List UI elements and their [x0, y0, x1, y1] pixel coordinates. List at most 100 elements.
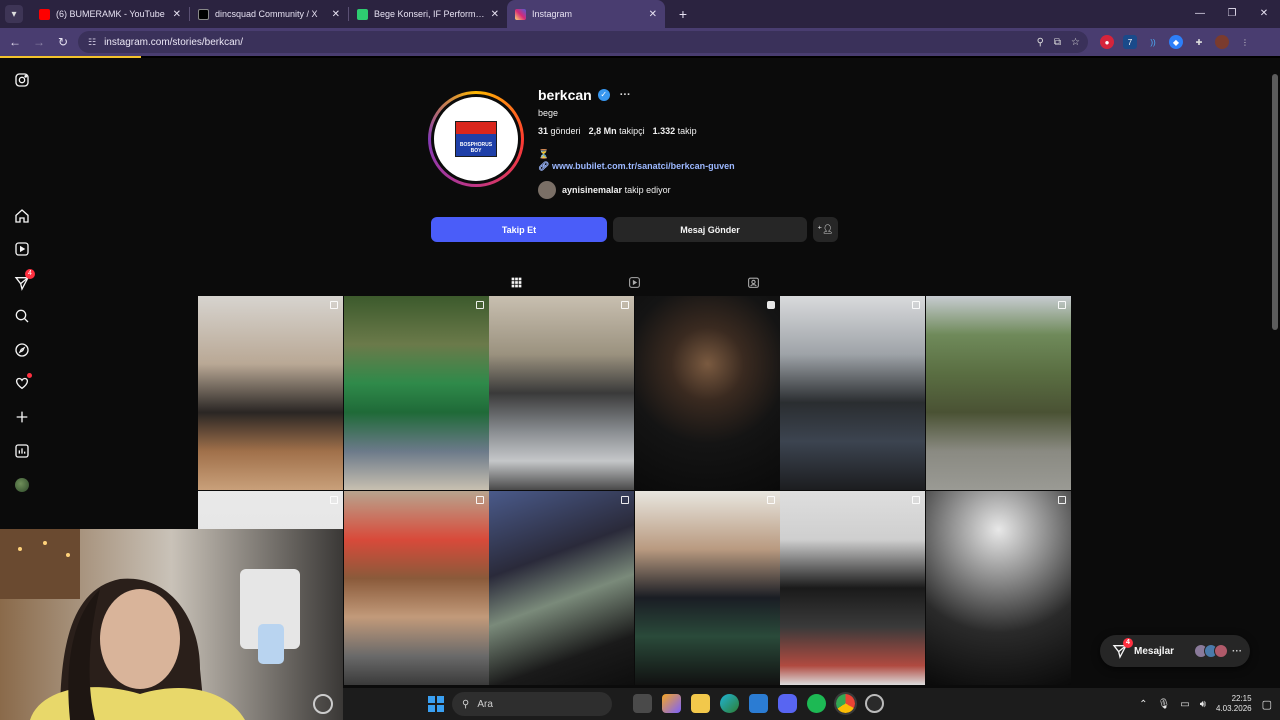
profile-link-row[interactable]: 🔗︎ www.bubilet.com.tr/sanatci/berkcan-gu… [538, 161, 735, 172]
extensions-puzzle-icon[interactable]: ✚ [1192, 35, 1206, 49]
start-menu-icon[interactable] [428, 696, 444, 712]
direct-messages-icon[interactable]: 4 [12, 269, 35, 293]
extensions-bar: ● 7 )) ◆ ✚ ⋮ [1100, 28, 1252, 56]
explore-compass-icon[interactable] [12, 340, 32, 360]
extension-icon[interactable]: 7 [1123, 35, 1137, 49]
tab-search-icon[interactable]: ▾ [5, 5, 23, 23]
post-thumbnail[interactable] [925, 491, 1071, 685]
browser-tab[interactable]: (6) BUMERAMK - YouTube ✕ [31, 0, 189, 28]
install-app-icon[interactable]: ⧉ [1054, 37, 1061, 48]
microphone-icon[interactable]: 🎙︎ [1158, 699, 1171, 710]
scrollbar-thumb[interactable] [1272, 74, 1278, 330]
more-options-icon[interactable]: ··· [620, 89, 631, 101]
app-icon[interactable] [865, 694, 884, 713]
extension-icon[interactable]: )) [1146, 35, 1160, 49]
discord-icon[interactable] [778, 694, 797, 713]
home-icon[interactable] [12, 206, 32, 226]
taskbar-clock[interactable]: 22:15 4.03.2026 [1216, 694, 1252, 714]
create-plus-icon[interactable] [12, 407, 32, 427]
profile-avatar[interactable] [12, 475, 32, 495]
post-thumbnail[interactable] [925, 296, 1071, 490]
dashboard-icon[interactable] [12, 441, 32, 461]
new-tab-icon[interactable]: + [673, 6, 693, 22]
logo-text: BOSPHORUS BOY [459, 142, 493, 154]
copilot-icon[interactable] [662, 694, 681, 713]
followed-by-row[interactable]: aynisinemalar takip ediyor [538, 181, 671, 199]
carousel-icon [912, 496, 921, 504]
browser-tab[interactable]: dincsquad Community / X ✕ [190, 0, 348, 28]
carousel-icon [766, 496, 775, 504]
site-info-icon[interactable]: ☷ [88, 37, 96, 48]
follow-button[interactable]: Takip Et [431, 217, 607, 242]
reels-icon[interactable] [12, 239, 32, 259]
post-thumbnail[interactable] [634, 491, 780, 685]
post-thumbnail[interactable] [343, 296, 489, 490]
carousel-icon [330, 496, 338, 504]
tab-tagged-icon[interactable] [745, 274, 761, 290]
address-bar[interactable]: ☷ instagram.com/stories/berkcan/ ⚲ ⧉ ☆ [78, 31, 1088, 53]
edge-icon[interactable] [720, 694, 739, 713]
send-message-button[interactable]: Mesaj Gönder [613, 217, 807, 242]
restore-icon[interactable]: ❐ [1216, 0, 1248, 28]
extension-icon[interactable]: ◆ [1169, 35, 1183, 49]
network-icon[interactable]: ▭ [1180, 699, 1189, 710]
volume-icon[interactable]: 🔊︎ [1200, 699, 1206, 710]
post-thumbnail[interactable] [343, 491, 489, 685]
zoom-icon[interactable]: ⚲ [1037, 37, 1044, 48]
instagram-favicon-icon [515, 8, 526, 20]
taskbar-search[interactable]: ⚲ Ara [452, 692, 612, 716]
minimize-icon[interactable]: — [1184, 0, 1216, 28]
more-chats-icon: ··· [1232, 645, 1243, 657]
instagram-logo-icon[interactable] [12, 70, 32, 90]
profile-link[interactable]: www.bubilet.com.tr/sanatci/berkcan-guven [552, 161, 735, 171]
tray-overflow-icon[interactable]: ⌃ [1139, 699, 1147, 710]
carousel-icon [1057, 496, 1066, 504]
post-thumbnail[interactable] [489, 296, 635, 490]
close-tab-icon[interactable]: ✕ [332, 9, 340, 20]
add-person-icon: ⁺👤︎ [817, 224, 834, 234]
messages-pill[interactable]: 4 Mesajlar ··· [1100, 635, 1250, 667]
post-thumbnail[interactable] [780, 491, 926, 685]
profile-avatar[interactable] [1215, 35, 1229, 49]
post-thumbnail[interactable] [198, 296, 343, 490]
file-explorer-icon[interactable] [691, 694, 710, 713]
page-scrollbar[interactable] [1272, 64, 1278, 682]
spotify-icon[interactable] [807, 694, 826, 713]
search-icon[interactable] [12, 306, 32, 326]
browser-tab[interactable]: Bege Konseri, IF Performance H ✕ [349, 0, 507, 28]
profile-avatar-story-ring[interactable]: BOSPHORUS BOY [428, 91, 524, 187]
post-thumbnail[interactable] [780, 296, 926, 490]
messages-pill-badge: 4 [1123, 638, 1133, 648]
link-icon: 🔗︎ [538, 161, 550, 171]
back-icon[interactable]: ← [3, 35, 27, 49]
store-icon[interactable] [749, 694, 768, 713]
carousel-icon [475, 496, 484, 504]
x-favicon-icon [198, 8, 209, 20]
forward-icon[interactable]: → [27, 35, 51, 49]
bio-hourglass: ⏳ [538, 149, 550, 159]
post-thumbnail[interactable] [634, 296, 780, 490]
suggested-users-button[interactable]: ⁺👤︎ [813, 217, 838, 242]
close-window-icon[interactable]: ✕ [1248, 0, 1280, 28]
notifications-heart-icon[interactable] [12, 373, 32, 393]
browser-tab-active[interactable]: Instagram ✕ [507, 0, 665, 28]
notifications-icon[interactable]: ▢ [1262, 698, 1272, 711]
close-tab-icon[interactable]: ✕ [173, 9, 181, 20]
reload-icon[interactable]: ↻ [51, 35, 75, 49]
chrome-icon[interactable] [834, 692, 857, 715]
close-tab-icon[interactable]: ✕ [649, 9, 657, 20]
tab-posts-grid-icon[interactable] [508, 274, 524, 290]
tab-reels-icon[interactable] [626, 274, 642, 290]
task-view-icon[interactable] [633, 694, 652, 713]
close-tab-icon[interactable]: ✕ [491, 9, 499, 20]
followers-stat[interactable]: 2,8 Mn takipçi [589, 126, 645, 136]
follower-avatar [538, 181, 556, 199]
browser-tab-strip: ▾ (6) BUMERAMK - YouTube ✕ dincsquad Com… [0, 0, 1280, 28]
browser-menu-icon[interactable]: ⋮ [1238, 35, 1252, 49]
posts-count: 31 [538, 126, 549, 136]
extension-icon[interactable]: ● [1100, 35, 1114, 49]
system-tray: ⌃ 🎙︎ ▭ 🔊︎ 22:15 4.03.2026 ▢ [1139, 688, 1272, 720]
post-thumbnail[interactable] [489, 491, 635, 685]
following-stat[interactable]: 1.332 takip [653, 126, 697, 136]
bookmark-star-icon[interactable]: ☆ [1071, 37, 1080, 48]
